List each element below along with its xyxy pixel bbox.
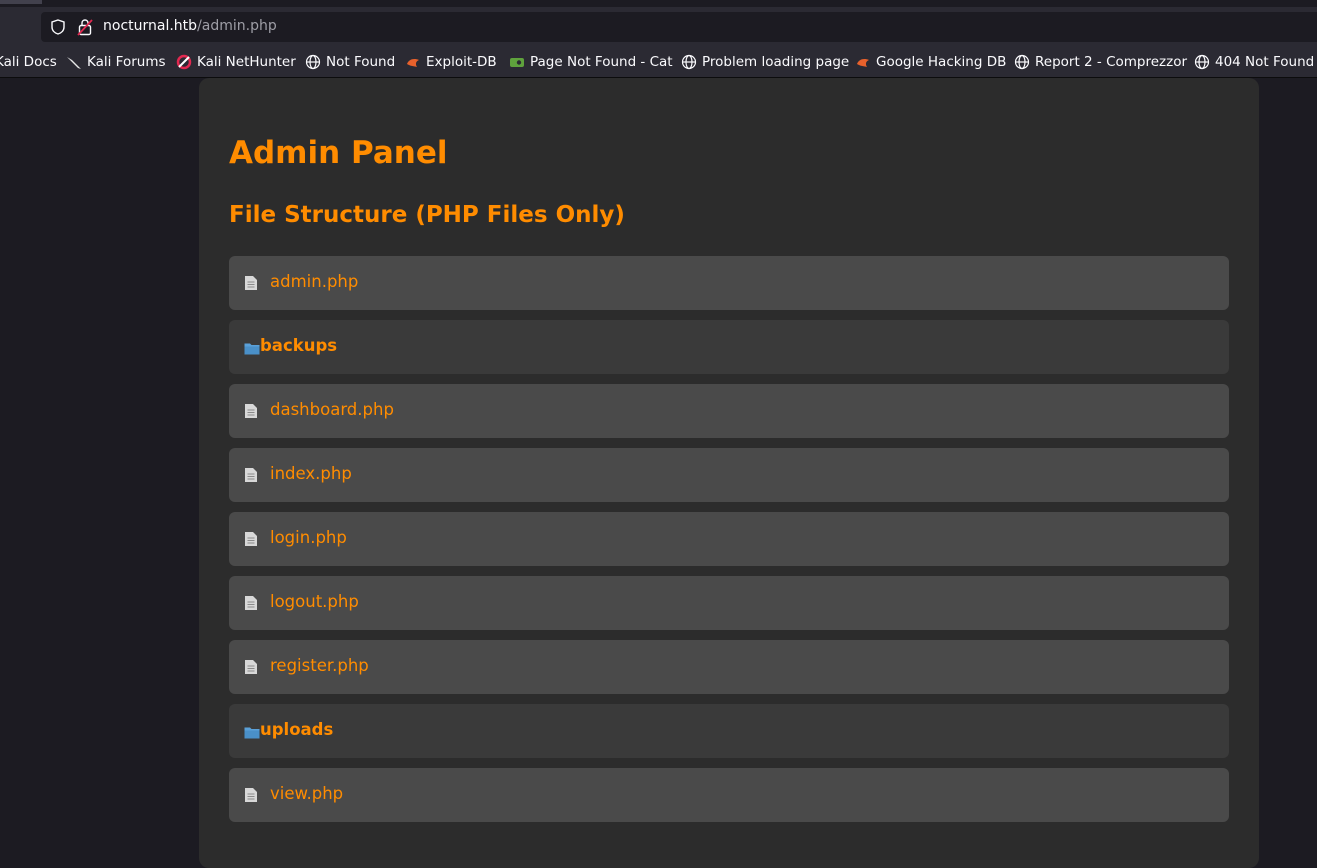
bookmark-label: Kali Forums	[87, 54, 166, 70]
tracking-shield-icon[interactable]	[50, 19, 66, 39]
bookmark-google-hacking-db[interactable]: Google Hacking DB	[855, 54, 1006, 70]
file-link[interactable]: view.php	[270, 784, 343, 803]
bookmark-label: Not Found	[326, 54, 396, 70]
file-link[interactable]: dashboard.php	[270, 400, 394, 419]
bookmark-kali-forums[interactable]: Kali Forums	[66, 54, 166, 70]
file-item-register[interactable]: register.php	[229, 640, 1229, 694]
folder-label: uploads	[260, 720, 334, 739]
file-link[interactable]: register.php	[270, 656, 369, 675]
bookmark-label: 404 Not Found	[1215, 54, 1315, 70]
navigation-toolbar: nocturnal.htb/admin.php	[0, 7, 1317, 47]
file-icon	[244, 531, 258, 551]
folder-item-backups[interactable]: backups	[229, 320, 1229, 374]
file-icon	[244, 275, 258, 295]
file-link[interactable]: login.php	[270, 528, 347, 547]
file-item-admin[interactable]: admin.php	[229, 256, 1229, 310]
section-heading: File Structure (PHP Files Only)	[229, 202, 625, 228]
cat-icon	[509, 54, 525, 70]
globe-icon	[1014, 54, 1030, 70]
bookmarks-toolbar: Kali Docs Kali Forums Kali NetHunter Not…	[0, 47, 1317, 78]
page-content: Admin Panel File Structure (PHP Files On…	[0, 78, 1317, 868]
bookmark-report-2-comprezzor[interactable]: Report 2 - Comprezzor	[1014, 54, 1187, 70]
folder-icon	[244, 724, 260, 743]
bookmark-label: Report 2 - Comprezzor	[1035, 54, 1188, 70]
kali-dragon-icon	[66, 54, 82, 70]
bookmark-label: Exploit-DB	[426, 54, 497, 70]
bookmark-kali-nethunter[interactable]: Kali NetHunter	[176, 54, 296, 70]
file-link[interactable]: index.php	[270, 464, 352, 483]
file-link[interactable]: admin.php	[270, 272, 358, 291]
globe-icon	[305, 54, 321, 70]
tab-strip	[0, 0, 1317, 7]
bookmark-exploit-db[interactable]: Exploit-DB	[405, 54, 497, 70]
bookmark-page-not-found-cat[interactable]: Page Not Found - Cat	[509, 54, 673, 70]
file-icon	[244, 659, 258, 679]
file-item-login[interactable]: login.php	[229, 512, 1229, 566]
insecure-lock-icon[interactable]	[77, 18, 93, 40]
admin-panel-container: Admin Panel File Structure (PHP Files On…	[199, 78, 1259, 868]
globe-icon	[1194, 54, 1210, 70]
file-item-view[interactable]: view.php	[229, 768, 1229, 822]
active-tab-edge[interactable]	[0, 0, 42, 4]
file-icon	[244, 467, 258, 487]
url-host: nocturnal.htb	[103, 18, 198, 34]
file-item-dashboard[interactable]: dashboard.php	[229, 384, 1229, 438]
bookmark-label: Page Not Found - Cat	[530, 54, 673, 70]
file-icon	[244, 595, 258, 615]
bookmark-label: Problem loading page	[702, 54, 850, 70]
folder-item-uploads[interactable]: uploads	[229, 704, 1229, 758]
folder-label: backups	[260, 336, 338, 355]
page-title: Admin Panel	[229, 135, 448, 171]
bookmark-label: Kali NetHunter	[197, 54, 296, 70]
exploitdb-icon	[405, 54, 421, 70]
globe-icon	[681, 54, 697, 70]
file-icon	[244, 403, 258, 423]
file-icon	[244, 787, 258, 807]
bookmark-404-not-found[interactable]: 404 Not Found	[1194, 54, 1314, 70]
exploitdb-icon	[855, 54, 871, 70]
bookmark-not-found[interactable]: Not Found	[305, 54, 395, 70]
bookmark-problem-loading-page[interactable]: Problem loading page	[681, 54, 849, 70]
file-link[interactable]: logout.php	[270, 592, 359, 611]
nethunter-icon	[176, 54, 192, 70]
folder-icon	[244, 340, 260, 359]
bookmark-label: Google Hacking DB	[876, 54, 1007, 70]
url-text[interactable]: nocturnal.htb/admin.php	[103, 18, 277, 34]
file-item-index[interactable]: index.php	[229, 448, 1229, 502]
address-bar[interactable]: nocturnal.htb/admin.php	[41, 12, 1317, 42]
url-path: /admin.php	[197, 18, 277, 34]
file-item-logout[interactable]: logout.php	[229, 576, 1229, 630]
bookmark-label: Kali Docs	[0, 54, 57, 70]
bookmark-kali-docs[interactable]: Kali Docs	[0, 54, 57, 70]
